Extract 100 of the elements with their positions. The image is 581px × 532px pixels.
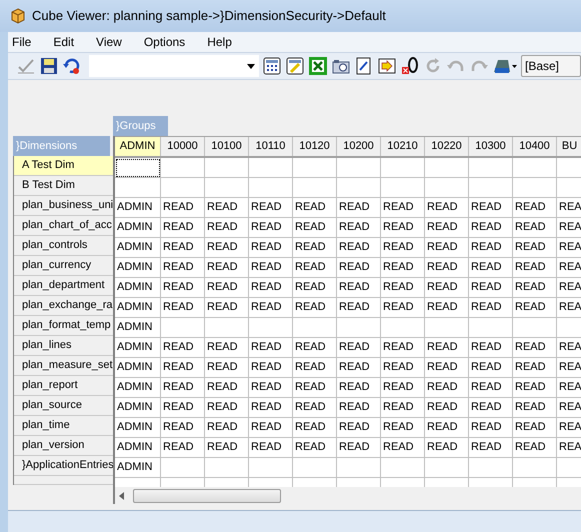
table-cell: READ <box>425 358 469 378</box>
table-cell: ADMIN <box>115 378 161 398</box>
table-cell: READ <box>381 218 425 238</box>
table-cell: READ <box>425 218 469 238</box>
table-cell <box>469 158 513 178</box>
table-cell: READ <box>337 238 381 258</box>
table-cell: READ <box>293 298 337 318</box>
refresh-icon[interactable] <box>62 56 82 76</box>
table-cell: READ <box>249 238 293 258</box>
table-cell: READ <box>337 358 381 378</box>
table-cell <box>381 318 425 338</box>
table-cell: READ <box>381 418 425 438</box>
table-cell <box>293 178 337 198</box>
table-cell: READ <box>205 258 249 278</box>
table-cell: READ <box>337 438 381 458</box>
table-cell: READ <box>469 358 513 378</box>
table-cell <box>425 158 469 178</box>
calculator-icon[interactable] <box>262 56 282 76</box>
scrollbar-thumb[interactable] <box>133 488 281 502</box>
table-cell: READ <box>425 338 469 358</box>
table-cell: READ <box>249 258 293 278</box>
table-cell: READ <box>161 378 205 398</box>
menu-item[interactable]: Options <box>144 33 186 51</box>
table-cell: READ <box>293 218 337 238</box>
table-cell: READ <box>205 378 249 398</box>
table-cell: READ <box>513 338 557 358</box>
menu-item[interactable]: View <box>96 33 122 51</box>
table-cell: READ <box>513 278 557 298</box>
table-cell <box>425 178 469 198</box>
table-cell: READ <box>513 218 557 238</box>
table-cell: READ <box>293 278 337 298</box>
table-cell: READ <box>425 418 469 438</box>
calculator-icon[interactable] <box>285 56 305 76</box>
table-cell <box>161 178 205 198</box>
spreadsheet-icon[interactable] <box>308 56 328 76</box>
table-cell <box>337 158 381 178</box>
table-cell: READ <box>249 338 293 358</box>
table-cell: READ <box>293 258 337 278</box>
table-cell: ADMIN <box>115 338 161 358</box>
base-dropdown[interactable]: [Base] <box>521 55 581 77</box>
menu-item[interactable]: File <box>12 33 32 51</box>
table-cell: READ <box>293 438 337 458</box>
table-cell: READ <box>513 258 557 278</box>
table-cell: READ <box>469 238 513 258</box>
zero-icon[interactable] <box>400 56 420 76</box>
table-cell: READ <box>161 398 205 418</box>
save-icon[interactable] <box>39 56 59 76</box>
table-cell: ADMIN <box>115 238 161 258</box>
menu-item[interactable]: Help <box>207 33 232 51</box>
table-cell: READ <box>249 218 293 238</box>
table-cell: ADMIN <box>115 418 161 438</box>
table-cell: READ <box>205 218 249 238</box>
table-cell: READ <box>161 238 205 258</box>
table-cell: ADMIN <box>115 218 161 238</box>
table-cell: READ <box>161 438 205 458</box>
table-cell <box>469 178 513 198</box>
table-cell: ADMIN <box>115 438 161 458</box>
left-arrow-icon[interactable] <box>117 492 127 500</box>
table-cell: READ <box>161 258 205 278</box>
table-cell: READ <box>205 358 249 378</box>
table-cell: READ <box>293 398 337 418</box>
column-header[interactable]: ADMIN <box>115 137 161 156</box>
table-cell: READ <box>381 378 425 398</box>
table-cell: READ <box>249 298 293 318</box>
table-cell: ADMIN <box>115 398 161 418</box>
menu-item[interactable]: Edit <box>53 33 74 51</box>
table-cell: READ <box>513 298 557 318</box>
table-cell: READ <box>425 298 469 318</box>
table-cell: READ <box>337 398 381 418</box>
table-cell: READ <box>513 238 557 258</box>
table-cell: READ <box>425 258 469 278</box>
table-cell: READ <box>425 438 469 458</box>
table-cell: READ <box>469 438 513 458</box>
table-cell: READ <box>513 378 557 398</box>
table-cell <box>205 178 249 198</box>
table-cell: READ <box>161 198 205 218</box>
table-cell: READ <box>249 438 293 458</box>
table-cell: READ <box>161 418 205 438</box>
table-cell: READ <box>513 418 557 438</box>
table-cell <box>425 318 469 338</box>
table-cell: READ <box>469 378 513 398</box>
table-cell: READ <box>469 338 513 358</box>
table-cell: READ <box>513 358 557 378</box>
table-cell: READ <box>293 238 337 258</box>
table-cell: READ <box>381 238 425 258</box>
table-cell: READ <box>249 378 293 398</box>
table-cell <box>115 178 161 198</box>
table-cell: READ <box>337 338 381 358</box>
table-cell: READ <box>513 198 557 218</box>
table-cell: READ <box>469 418 513 438</box>
table-cell: ADMIN <box>115 198 161 218</box>
table-cell: READ <box>425 238 469 258</box>
table-cell: READ <box>337 298 381 318</box>
table-cell: READ <box>205 238 249 258</box>
table-cell: READ <box>205 278 249 298</box>
caret-icon <box>247 64 255 68</box>
table-cell: READ <box>381 398 425 418</box>
table-cell <box>293 158 337 178</box>
table-cell: READ <box>249 398 293 418</box>
row-header[interactable]: A Test Dim <box>14 156 113 176</box>
